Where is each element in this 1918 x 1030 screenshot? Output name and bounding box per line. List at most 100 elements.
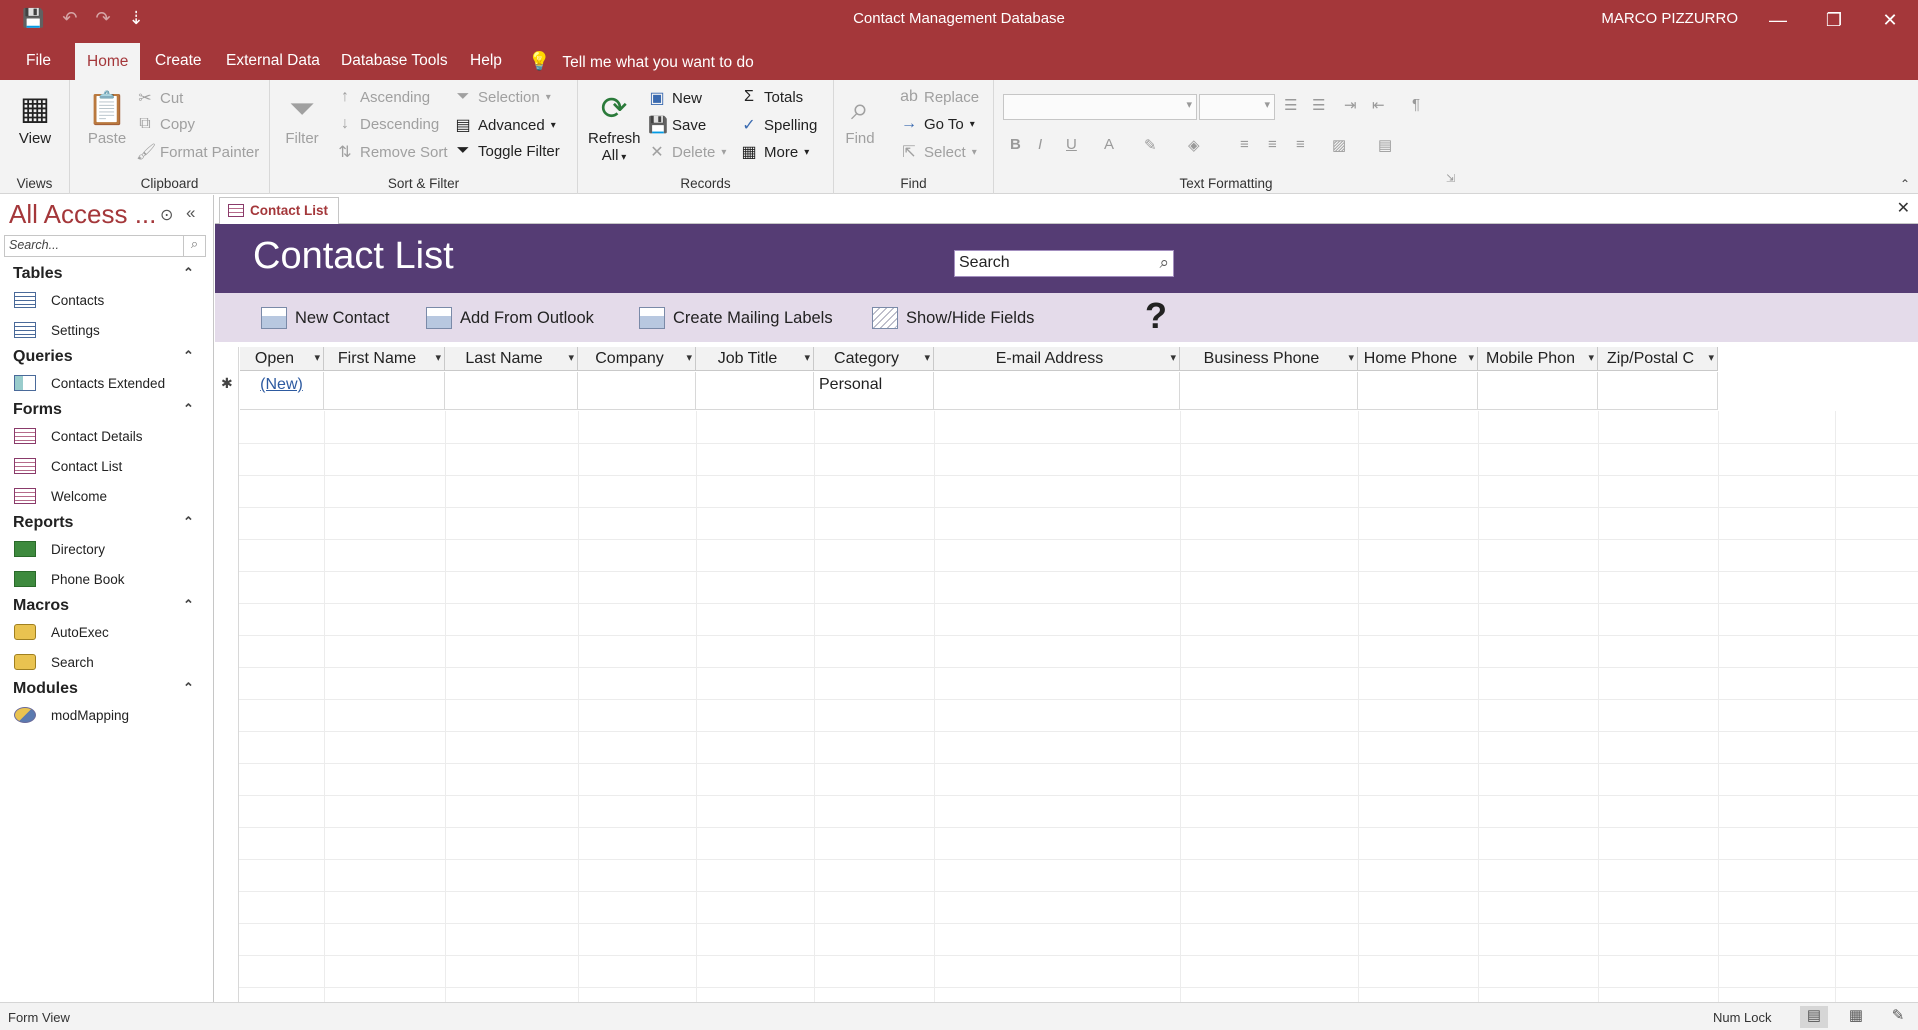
replace-button[interactable]: ab Replace [900, 88, 979, 106]
help-button[interactable]: ? [1145, 295, 1167, 337]
dropdown-arrow-icon[interactable]: ▾ [924, 347, 930, 370]
underline-button[interactable]: U [1066, 136, 1077, 153]
numbering-icon[interactable]: ☰ [1312, 96, 1325, 114]
cell-zip[interactable] [1598, 372, 1718, 410]
nav-item-settings[interactable]: Settings [14, 322, 100, 338]
cell-last-name[interactable] [445, 372, 578, 410]
cell-first-name[interactable] [324, 372, 445, 410]
tab-home[interactable]: Home [75, 43, 141, 80]
column-header-first-name[interactable]: First Name ▾ [324, 347, 445, 371]
paragraph-direction-icon[interactable]: ¶ [1412, 96, 1420, 113]
new-record-link[interactable]: (New) [260, 376, 303, 393]
nav-item-directory[interactable]: Directory [14, 541, 105, 557]
tab-help[interactable]: Help [458, 40, 514, 80]
nav-category-modules[interactable]: Modules ⌃ [13, 680, 194, 698]
dropdown-arrow-icon[interactable]: ▾ [435, 347, 441, 370]
new-record-button[interactable]: ▣ New [648, 88, 702, 108]
cell-company[interactable] [578, 372, 696, 410]
column-header-home-phone[interactable]: Home Phone ▾ [1358, 347, 1478, 371]
align-right-icon[interactable]: ≡ [1296, 136, 1305, 153]
more-button[interactable]: ▦ More ▾ [740, 142, 809, 162]
fill-color-icon[interactable]: ◈ [1188, 136, 1200, 154]
go-to-button[interactable]: → Go To ▾ [900, 115, 975, 133]
search-icon[interactable]: ⌕ [183, 236, 205, 256]
nav-item-modmapping[interactable]: modMapping [14, 707, 129, 723]
font-size-combo[interactable] [1199, 94, 1275, 120]
restore-button[interactable]: ❐ [1806, 0, 1862, 40]
nav-item-autoexec[interactable]: AutoExec [14, 624, 109, 640]
nav-search-input[interactable]: Search... ⌕ [4, 235, 206, 257]
nav-pane-title[interactable]: All Access ... [9, 199, 156, 230]
descending-button[interactable]: ↓ Descending [336, 115, 439, 133]
dropdown-arrow-icon[interactable]: ▾ [804, 347, 810, 370]
highlight-icon[interactable]: ✎ [1144, 136, 1157, 154]
cell-business-phone[interactable] [1180, 372, 1358, 410]
nav-category-reports[interactable]: Reports ⌃ [13, 514, 194, 532]
font-name-combo[interactable] [1003, 94, 1197, 120]
toggle-filter-button[interactable]: ⏷ Toggle Filter [454, 142, 560, 160]
dropdown-arrow-icon[interactable]: ▾ [568, 347, 574, 370]
align-left-icon[interactable]: ≡ [1240, 136, 1249, 153]
show-hide-fields-button[interactable]: Show/Hide Fields [872, 307, 1034, 329]
column-header-zip[interactable]: Zip/Postal C ▾ [1598, 347, 1718, 371]
collapse-ribbon-icon[interactable]: ⌃ [1900, 177, 1910, 191]
column-header-open[interactable]: Open ▾ [240, 347, 324, 371]
minimize-button[interactable]: — [1750, 0, 1806, 40]
cell-mobile-phone[interactable] [1478, 372, 1598, 410]
find-button[interactable]: ⌕ Find [840, 86, 880, 147]
paste-button[interactable]: 📋 Paste [82, 86, 132, 147]
nav-item-contacts[interactable]: Contacts [14, 292, 104, 308]
new-contact-button[interactable]: New Contact [261, 307, 389, 329]
tab-contact-list[interactable]: Contact List [219, 197, 340, 224]
form-search-box[interactable]: Search ⌕ [954, 250, 1174, 277]
column-header-business-phone[interactable]: Business Phone ▾ [1180, 347, 1358, 371]
ascending-button[interactable]: ↑ Ascending [336, 88, 430, 106]
column-header-company[interactable]: Company ▾ [578, 347, 696, 371]
dropdown-arrow-icon[interactable]: ▾ [314, 347, 320, 370]
gridlines-icon[interactable]: ▤ [1378, 136, 1392, 154]
search-icon[interactable]: ⌕ [1159, 253, 1169, 273]
nav-category-forms[interactable]: Forms ⌃ [13, 401, 194, 419]
nav-item-contact-list[interactable]: Contact List [14, 458, 122, 474]
delete-record-button[interactable]: ✕ Delete ▾ [648, 142, 726, 162]
advanced-button[interactable]: ▤ Advanced ▾ [454, 115, 555, 135]
tell-me-box[interactable]: 💡 Tell me what you want to do [528, 40, 754, 84]
decrease-indent-icon[interactable]: ⇤ [1372, 96, 1385, 114]
totals-button[interactable]: Σ Totals [740, 88, 803, 106]
nav-dropdown-icon[interactable]: ⊙ [160, 205, 173, 225]
bold-button[interactable]: B [1010, 136, 1021, 153]
close-button[interactable]: ✕ [1862, 0, 1918, 40]
bullets-icon[interactable]: ☰ [1284, 96, 1297, 114]
cell-home-phone[interactable] [1358, 372, 1478, 410]
align-center-icon[interactable]: ≡ [1268, 136, 1277, 153]
selection-button[interactable]: ⏷ Selection ▾ [454, 88, 551, 106]
nav-category-queries[interactable]: Queries ⌃ [13, 348, 194, 366]
dropdown-arrow-icon[interactable]: ▾ [686, 347, 692, 370]
tab-database-tools[interactable]: Database Tools [329, 40, 460, 80]
layout-view-icon[interactable]: ▦ [1842, 1006, 1870, 1028]
save-record-button[interactable]: 💾 Save [648, 115, 706, 135]
tab-create[interactable]: Create [143, 40, 214, 80]
filter-button[interactable]: ⏷ Filter [282, 86, 322, 147]
nav-item-contacts-extended[interactable]: Contacts Extended [14, 375, 165, 391]
dropdown-arrow-icon[interactable]: ▾ [1170, 347, 1176, 370]
dropdown-arrow-icon[interactable]: ▾ [1588, 347, 1594, 370]
column-header-mobile-phone[interactable]: Mobile Phon ▾ [1478, 347, 1598, 371]
nav-category-macros[interactable]: Macros ⌃ [13, 597, 194, 615]
nav-item-welcome[interactable]: Welcome [14, 488, 107, 504]
font-color-button[interactable]: A [1104, 136, 1114, 153]
column-header-email[interactable]: E-mail Address ▾ [934, 347, 1180, 371]
view-button[interactable]: ▦ View [8, 86, 62, 147]
nav-item-search[interactable]: Search [14, 654, 94, 670]
nav-category-tables[interactable]: Tables ⌃ [13, 265, 194, 283]
add-from-outlook-button[interactable]: Add From Outlook [426, 307, 594, 329]
nav-item-contact-details[interactable]: Contact Details [14, 428, 143, 444]
form-view-icon[interactable]: ▤ [1800, 1006, 1828, 1028]
column-header-last-name[interactable]: Last Name ▾ [445, 347, 578, 371]
nav-item-phone-book[interactable]: Phone Book [14, 571, 125, 587]
format-painter-button[interactable]: 🖌 Format Painter [136, 142, 259, 162]
tab-external-data[interactable]: External Data [214, 40, 332, 80]
column-header-category[interactable]: Category ▾ [814, 347, 934, 371]
close-document-icon[interactable]: ✕ [1897, 198, 1910, 218]
collapse-nav-icon[interactable]: « [186, 203, 195, 223]
